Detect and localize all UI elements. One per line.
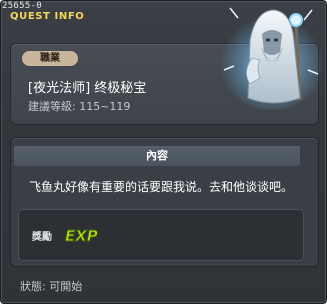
quest-name: [夜光法师] 终极秘宝 bbox=[28, 81, 147, 96]
quest-status: 狀態: 可開始 bbox=[20, 280, 83, 293]
quest-id: 25655-0 bbox=[2, 1, 43, 11]
window-title: QUEST INFO bbox=[10, 11, 85, 22]
exp-icon-text: EXP bbox=[65, 227, 98, 245]
npc-portrait-icon bbox=[220, 7, 324, 110]
recommended-level: 建議等級: 115~119 bbox=[28, 100, 131, 113]
reward-box bbox=[18, 209, 304, 261]
quest-description: 飞鱼丸好像有重要的话要跟我说。去和他谈谈吧。 bbox=[29, 180, 294, 194]
exp-icon: EXP bbox=[65, 227, 99, 246]
content-header: 內容 bbox=[14, 146, 300, 166]
job-badge: 職業 bbox=[22, 51, 78, 66]
reward-label: 獎勵 bbox=[32, 232, 52, 243]
